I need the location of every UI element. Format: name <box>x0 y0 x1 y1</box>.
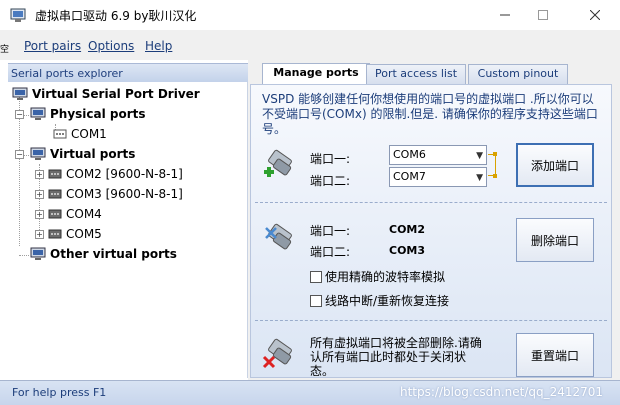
separator <box>255 320 607 321</box>
serial-port-icon <box>53 129 67 139</box>
add-port-icon <box>264 149 292 177</box>
watermark: https://blog.csdn.net/qq_2412701 <box>400 385 604 399</box>
port-label: COM2 [9600-N-8-1] <box>66 167 183 181</box>
expand-physical-icon[interactable]: − <box>15 110 24 119</box>
computer-icon <box>30 107 46 120</box>
reset-ports-button[interactable]: 重置端口 <box>516 333 594 377</box>
tree-item-com4[interactable]: COM4 <box>48 204 102 224</box>
explorer-header: Serial ports explorer <box>8 63 248 82</box>
expand-com4-icon[interactable]: + <box>35 210 44 219</box>
title-bar: 虚拟串口驱动 6.9 by耿川汉化 <box>0 0 620 30</box>
tab-port-access-list[interactable]: Port access list <box>366 64 466 84</box>
port-label: COM5 <box>66 227 102 241</box>
expand-com2-icon[interactable]: + <box>35 170 44 179</box>
minimize-icon <box>500 14 510 16</box>
add-port1-label: 端口一: <box>310 152 351 166</box>
tree-virtual-ports[interactable]: Virtual ports <box>30 144 135 164</box>
pair-bracket-dot <box>493 152 497 156</box>
pair-bracket <box>488 154 496 176</box>
physical-group-label: Physical ports <box>50 107 146 121</box>
port1-select[interactable]: COM6 ▼ <box>389 145 487 165</box>
tree-physical-ports[interactable]: Physical ports <box>30 104 146 124</box>
chevron-down-icon: ▼ <box>476 151 483 161</box>
tree-item-com3[interactable]: COM3 [9600-N-8-1] <box>48 184 183 204</box>
delete-port2-value: COM3 <box>389 244 426 257</box>
serial-port-icon <box>48 189 62 199</box>
computer-icon <box>30 247 46 260</box>
menu-port-pairs[interactable]: Port pairs <box>24 39 81 53</box>
port-label: COM3 [9600-N-8-1] <box>66 187 183 201</box>
add-port2-label: 端口二: <box>310 174 351 188</box>
baud-emulation-checkbox[interactable]: 使用精确的波特率模拟 <box>310 268 445 285</box>
serial-port-icon <box>48 229 62 239</box>
menu-bar: Port pairs Options Help <box>0 30 620 60</box>
menu-help[interactable]: Help <box>145 39 172 53</box>
chevron-down-icon: ▼ <box>476 173 483 183</box>
tree-root[interactable]: Virtual Serial Port Driver <box>12 84 200 104</box>
line-break-label: 线路中断/重新恢复连接 <box>325 294 450 308</box>
line-break-checkbox[interactable]: 线路中断/重新恢复连接 <box>310 292 449 309</box>
status-text: For help press F1 <box>12 386 107 399</box>
expand-com3-icon[interactable]: + <box>35 190 44 199</box>
edge-mark: 空 <box>0 45 10 55</box>
reset-description: 所有虚拟端口将被全部删除.请确认所有端口此时都处于关闭状态。 <box>310 336 482 378</box>
window-title: 虚拟串口驱动 6.9 by耿川汉化 <box>35 9 197 23</box>
delete-port2-label: 端口二: <box>310 245 351 259</box>
port-label: COM1 <box>71 127 107 141</box>
port2-select[interactable]: COM7 ▼ <box>389 167 487 187</box>
tab-manage-ports[interactable]: Manage ports <box>262 63 370 85</box>
maximize-icon <box>538 10 548 20</box>
delete-port1-value: COM2 <box>389 223 426 236</box>
description-text: VSPD 能够创建任何你想使用的端口号的虚拟端口 .所以你可以不受端口号(COM… <box>262 92 598 136</box>
close-icon <box>590 10 600 20</box>
delete-port-icon <box>265 223 292 250</box>
close-button[interactable] <box>572 0 618 30</box>
delete-port1-label: 端口一: <box>310 224 351 238</box>
delete-port-button[interactable]: 删除端口 <box>516 218 594 262</box>
serial-port-icon <box>48 209 62 219</box>
reset-ports-icon <box>262 338 292 369</box>
port2-select-value: COM7 <box>393 170 426 183</box>
menu-options[interactable]: Options <box>88 39 134 53</box>
status-bar: For help press F1 https://blog.csdn.net/… <box>0 380 620 405</box>
tree-other-virtual-ports[interactable]: Other virtual ports <box>30 244 177 264</box>
computer-icon <box>12 87 28 100</box>
expand-virtual-icon[interactable]: − <box>15 150 24 159</box>
serial-port-icon <box>48 169 62 179</box>
checkbox-box <box>310 270 322 283</box>
virtual-group-label: Virtual ports <box>50 147 136 161</box>
add-port-button[interactable]: 添加端口 <box>516 143 594 187</box>
tab-custom-pinout[interactable]: Custom pinout <box>468 64 568 84</box>
port-label: COM4 <box>66 207 102 221</box>
serial-port-app-icon <box>10 8 26 22</box>
tree-item-com2[interactable]: COM2 [9600-N-8-1] <box>48 164 183 184</box>
checkbox-box <box>310 294 322 307</box>
ports-tree[interactable]: Virtual Serial Port Driver − Physical po… <box>8 82 248 378</box>
baud-emulation-label: 使用精确的波特率模拟 <box>325 270 446 284</box>
computer-icon <box>30 147 46 160</box>
port1-select-value: COM6 <box>393 148 426 161</box>
maximize-button[interactable] <box>520 0 566 30</box>
separator <box>255 202 607 203</box>
other-group-label: Other virtual ports <box>50 247 177 261</box>
expand-com5-icon[interactable]: + <box>35 230 44 239</box>
tree-item-com1[interactable]: COM1 <box>53 124 107 144</box>
tree-root-label: Virtual Serial Port Driver <box>32 87 200 101</box>
pair-bracket-dot <box>493 174 497 178</box>
tree-item-com5[interactable]: COM5 <box>48 224 102 244</box>
